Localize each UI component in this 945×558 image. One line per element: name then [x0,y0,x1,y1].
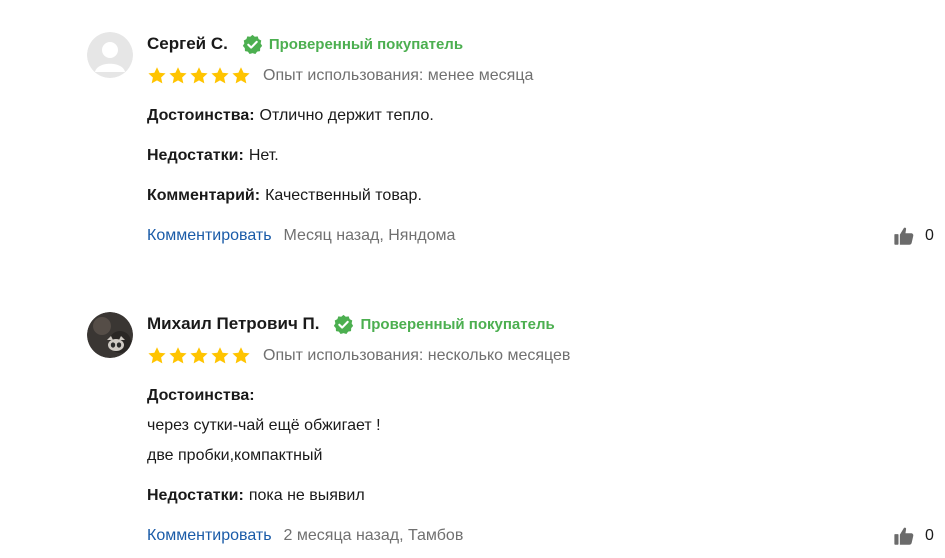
cons-text: пока не выявил [248,487,365,504]
cons-field: Недостатки: Нет. [147,145,279,167]
star-icon [190,347,208,364]
rating-line: Опыт использования: менее месяца [147,65,533,87]
like-area: 0 [893,525,934,547]
pros-text-line: две пробки,компактный [147,447,323,464]
user-avatar-icon[interactable] [87,32,133,78]
rating-stars [147,346,252,366]
pros-label: Достоинства: [147,387,255,404]
author-name[interactable]: Сергей С. [147,34,228,54]
pros-text-line: через сутки-чай ещё обжигает ! [147,417,381,434]
cons-label: Недостатки: [147,147,244,164]
verified-buyer-label: Проверенный покупатель [268,35,464,53]
usage-experience: Опыт использования: несколько месяцев [263,347,571,364]
rating-line: Опыт использования: несколько месяцев [147,345,570,367]
comment-label: Комментарий: [147,187,261,204]
star-icon [232,67,250,84]
like-area: 0 [893,225,934,247]
verified-buyer-label: Проверенный покупатель [360,315,555,333]
reply-comment-link[interactable]: Комментировать [147,227,272,245]
star-icon [211,67,229,84]
comment-field: Комментарий: Качественный товар. [147,185,422,207]
thumbs-up-icon[interactable] [893,525,915,547]
review-footer: Комментировать 2 месяца назад, Тамбов [147,525,463,547]
user-avatar-icon[interactable] [87,312,133,358]
review-footer: Комментировать Месяц назад, Няндома [147,225,455,247]
star-icon [169,67,187,84]
star-icon [190,67,208,84]
author-line: Михаил Петрович П. Проверенный покупател… [147,312,555,336]
review-date-location: Месяц назад, Няндома [283,227,456,244]
cons-text: Нет. [248,147,279,164]
verified-check-icon [333,314,354,335]
author-line: Сергей С. Проверенный покупатель [147,32,463,56]
review-date-location: 2 месяца назад, Тамбов [283,527,464,544]
pros-field: Достоинства: Отлично держит тепло. [147,105,434,127]
pros-field: Достоинства: [147,385,260,407]
like-count: 0 [925,227,934,244]
reply-comment-link[interactable]: Комментировать [147,527,272,545]
author-name[interactable]: Михаил Петрович П. [147,314,319,334]
usage-experience: Опыт использования: менее месяца [263,67,534,84]
thumbs-up-icon[interactable] [893,225,915,247]
star-icon [211,347,229,364]
star-icon [148,347,166,364]
rating-stars [147,66,252,86]
star-icon [169,347,187,364]
cons-label: Недостатки: [147,487,244,504]
verified-check-icon [242,34,263,55]
cons-field: Недостатки: пока не выявил [147,485,365,507]
like-count: 0 [925,527,934,544]
pros-label: Достоинства: [147,107,255,124]
star-icon [232,347,250,364]
star-icon [148,67,166,84]
pros-text: Отлично держит тепло. [259,107,434,124]
comment-text: Качественный товар. [265,187,422,204]
